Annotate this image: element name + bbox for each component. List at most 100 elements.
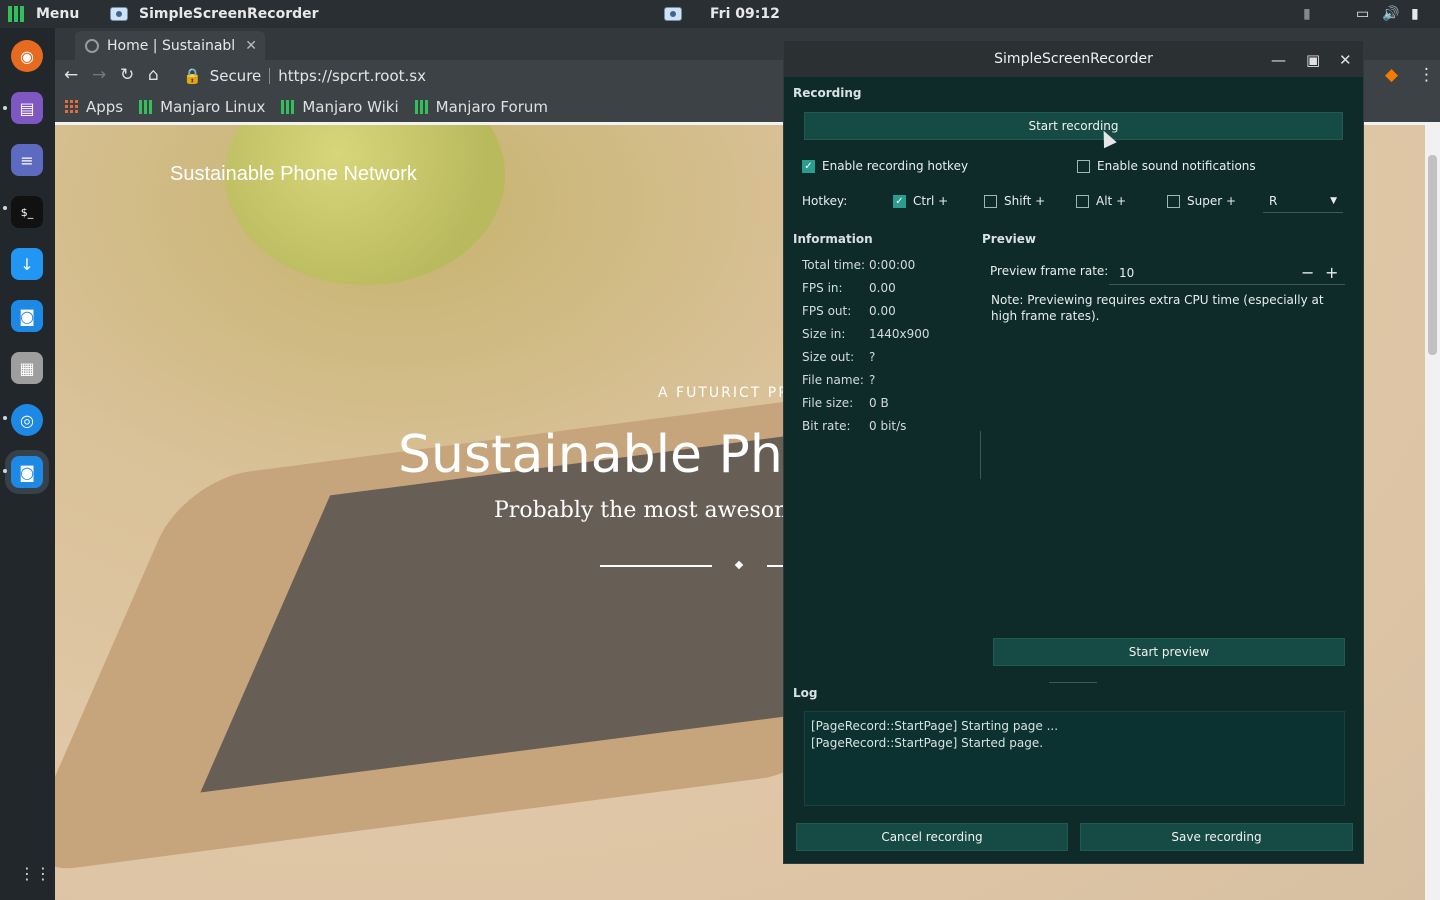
- screen-recorder-icon[interactable]: ◙: [11, 300, 43, 332]
- manjaro-logo-icon[interactable]: [8, 0, 24, 28]
- home-icon[interactable]: ⌂: [148, 65, 159, 85]
- info-value: ?: [869, 373, 876, 387]
- running-indicator: [3, 106, 7, 110]
- hotkey-label: Hotkey:: [802, 194, 848, 208]
- running-indicator: [3, 469, 7, 473]
- address-bar[interactable]: 🔒 Secure https://spcrt.root.sx: [183, 64, 426, 87]
- plus-icon[interactable]: +: [1325, 263, 1338, 282]
- hero-subtitle: Probably the most awesome: [494, 498, 808, 523]
- maximize-icon[interactable]: ▣: [1306, 51, 1320, 69]
- preview-rate-label: Preview frame rate:: [990, 264, 1109, 278]
- log-output[interactable]: [PageRecord::StartPage] Starting page ..…: [804, 711, 1345, 806]
- shift-checkbox[interactable]: Shift +: [984, 194, 1045, 208]
- files-icon[interactable]: ▤: [11, 92, 43, 124]
- chrome-icon[interactable]: ◎: [11, 404, 43, 436]
- select-value: R: [1269, 193, 1278, 208]
- enable-sound-checkbox[interactable]: Enable sound notifications: [1077, 159, 1256, 173]
- lock-icon: 🔒: [183, 66, 202, 85]
- super-checkbox[interactable]: Super +: [1167, 194, 1236, 208]
- manjaro-icon: [139, 99, 153, 114]
- panel-splitter[interactable]: [980, 431, 981, 479]
- manjaro-icon: [414, 99, 429, 114]
- volume-icon[interactable]: 🔊: [1382, 0, 1399, 28]
- checkbox-unchecked-icon: [1167, 194, 1180, 208]
- info-key: Size in:: [802, 327, 846, 341]
- firefox-icon[interactable]: ◉: [11, 40, 43, 72]
- menu-button[interactable]: Menu: [36, 0, 79, 28]
- ssr-window: SimpleScreenRecorder — ▣ ✕ Recording Sta…: [783, 40, 1364, 864]
- screen-recorder-active-icon[interactable]: ◙: [11, 456, 43, 488]
- info-row: Total time: 0:00:00: [802, 258, 915, 272]
- minimize-icon[interactable]: —: [1271, 51, 1286, 69]
- tab-close-icon[interactable]: ✕: [245, 38, 257, 54]
- hotkey-key-select[interactable]: R ▼: [1263, 189, 1343, 213]
- checkbox-unchecked-icon: [1076, 194, 1089, 208]
- info-value: ?: [869, 350, 876, 364]
- info-value: 0.00: [869, 281, 896, 295]
- download-icon[interactable]: ↓: [11, 248, 43, 280]
- calculator-icon[interactable]: ▦: [11, 352, 43, 384]
- checkbox-unchecked-icon: [984, 194, 997, 208]
- close-icon[interactable]: ✕: [1339, 51, 1352, 69]
- cancel-recording-button[interactable]: Cancel recording: [796, 823, 1068, 851]
- info-value: 0 B: [869, 396, 889, 410]
- running-indicator: [3, 206, 7, 210]
- extension-icon[interactable]: ◆: [1385, 65, 1398, 85]
- enable-hotkey-checkbox[interactable]: ✓ Enable recording hotkey: [802, 159, 968, 173]
- checkbox-checked-icon: ✓: [802, 159, 815, 173]
- preview-rate-spinbox[interactable]: 10 − +: [1109, 261, 1345, 285]
- top-panel: Menu SimpleScreenRecorder Fri 09:12 ▮ ▭ …: [0, 0, 1440, 28]
- apps-grid-icon[interactable]: ⋮⋮: [19, 864, 51, 883]
- manjaro-icon: [281, 99, 295, 114]
- workspace-icon[interactable]: ▮: [1303, 0, 1311, 28]
- browser-menu-icon[interactable]: ⋮: [1418, 65, 1435, 85]
- info-key: Size out:: [802, 350, 855, 364]
- forward-icon[interactable]: →: [92, 65, 106, 85]
- tab-favicon-icon: [85, 38, 99, 53]
- info-value: 1440x900: [869, 327, 930, 341]
- ssr-window-title: SimpleScreenRecorder: [994, 51, 1153, 67]
- bookmark-apps[interactable]: Apps: [65, 98, 123, 116]
- save-recording-button[interactable]: Save recording: [1080, 823, 1353, 851]
- log-splitter[interactable]: [1049, 682, 1097, 683]
- apps-icon: [65, 99, 79, 114]
- text-editor-icon[interactable]: ≡: [11, 144, 43, 176]
- bookmark-manjaro-forum[interactable]: Manjaro Forum: [414, 98, 548, 116]
- tray-recorder-icon[interactable]: [664, 0, 682, 28]
- alt-checkbox[interactable]: Alt +: [1076, 194, 1126, 208]
- address-separator: [269, 67, 271, 84]
- active-window-title[interactable]: SimpleScreenRecorder: [139, 0, 319, 28]
- bookmark-manjaro-wiki[interactable]: Manjaro Wiki: [281, 98, 399, 116]
- information-section-label: Information: [793, 232, 873, 246]
- page-scrollbar[interactable]: [1425, 125, 1440, 900]
- preview-section-label: Preview: [982, 232, 1037, 246]
- terminal-icon[interactable]: $_: [11, 196, 43, 228]
- bookmark-manjaro-linux[interactable]: Manjaro Linux: [139, 98, 265, 116]
- checkbox-label: Shift +: [1004, 194, 1046, 208]
- info-key: File name:: [802, 373, 864, 387]
- battery-icon[interactable]: ▮: [1411, 0, 1419, 28]
- ctrl-checkbox[interactable]: ✓ Ctrl +: [893, 194, 948, 208]
- info-key: FPS out:: [802, 304, 852, 318]
- back-icon[interactable]: ←: [64, 65, 78, 85]
- scrollbar-thumb[interactable]: [1428, 155, 1437, 355]
- minus-icon[interactable]: −: [1301, 263, 1314, 282]
- checkbox-label: Ctrl +: [913, 194, 949, 208]
- spinbox-value: 10: [1119, 265, 1135, 280]
- info-value: 0 bit/s: [869, 419, 907, 433]
- clock[interactable]: Fri 09:12: [710, 0, 780, 28]
- display-icon[interactable]: ▭: [1356, 0, 1369, 28]
- info-row: Size out:?: [802, 350, 875, 364]
- info-row: File name:?: [802, 373, 875, 387]
- recording-section-label: Recording: [793, 86, 862, 100]
- ssr-titlebar[interactable]: SimpleScreenRecorder — ▣ ✕: [784, 41, 1363, 77]
- start-preview-button[interactable]: Start preview: [993, 638, 1345, 666]
- info-row: FPS in: 0.00: [802, 281, 896, 295]
- url-text[interactable]: https://spcrt.root.sx: [278, 67, 426, 85]
- browser-tab[interactable]: Home | Sustainabl ✕: [75, 31, 265, 60]
- dropdown-arrow-icon: ▼: [1330, 195, 1337, 206]
- start-recording-button[interactable]: Start recording: [804, 112, 1343, 140]
- reload-icon[interactable]: ↻: [120, 65, 134, 85]
- site-name[interactable]: Sustainable Phone Network: [170, 163, 417, 186]
- hero-kicker: A FUTURICT PRO: [658, 385, 803, 401]
